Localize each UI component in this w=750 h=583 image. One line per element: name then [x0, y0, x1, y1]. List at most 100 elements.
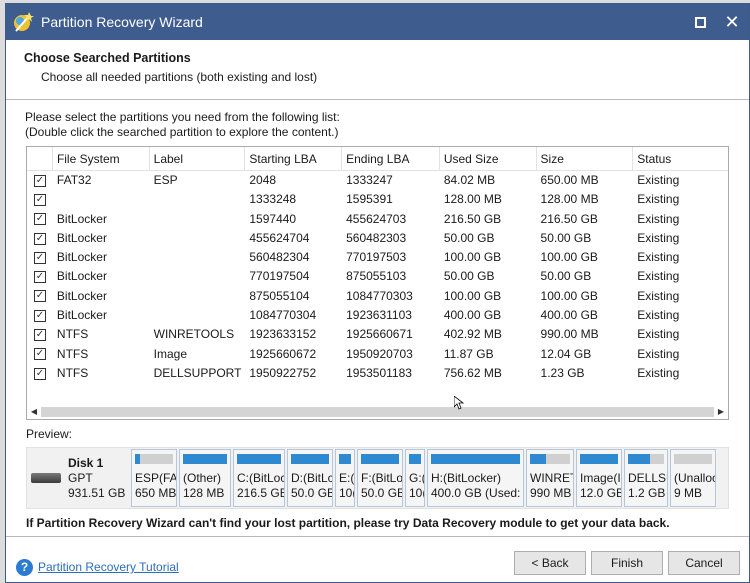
cell-label: DELLSUPPORT — [153, 365, 242, 380]
table-row[interactable]: ✓ 1333248 1595391 128.00 MB 128.00 MB Existin… — [27, 190, 728, 209]
table-row[interactable]: ✓ BitLocker 875055104 1084770303 100.00 GB 10… — [27, 287, 728, 306]
header-checkbox-column — [27, 147, 53, 171]
partition-block[interactable]: G:(10( — [405, 449, 425, 507]
cell-size: 216.50 GB — [540, 211, 598, 226]
cell-ending-lba: 770197503 — [346, 250, 407, 265]
cell-status: Existing — [637, 192, 680, 207]
cell-starting-lba: 1925660672 — [249, 346, 317, 361]
preview-label: Preview: — [26, 427, 73, 441]
cell-size: 100.00 GB — [540, 250, 598, 265]
table-row[interactable]: ✓ BitLocker 1597440 455624703 216.50 GB 216.5… — [27, 210, 728, 229]
disk-info[interactable]: Disk 1 GPT 931.51 GB — [27, 449, 131, 507]
partition-block[interactable]: Image(I 12.0 GB — [576, 449, 622, 507]
cell-used-size: 100.00 GB — [443, 288, 502, 303]
tutorial-link[interactable]: Partition Recovery Tutorial — [38, 560, 179, 574]
disk-name: Disk 1 — [68, 455, 104, 470]
column-header-label[interactable]: Label — [150, 147, 246, 171]
row-checkbox[interactable]: ✓ — [33, 329, 46, 342]
cell-used-size: 216.50 GB — [443, 211, 502, 226]
cancel-button[interactable]: Cancel — [668, 551, 740, 575]
close-icon: ✕ — [724, 11, 740, 32]
row-checkbox[interactable]: ✓ — [33, 309, 46, 322]
cell-size: 400.00 GB — [540, 308, 598, 323]
row-checkbox[interactable]: ✓ — [33, 290, 46, 303]
cell-status: Existing — [637, 250, 680, 265]
row-checkbox[interactable]: ✓ — [33, 213, 46, 226]
partition-block[interactable]: (Unalloc 9 MB — [670, 449, 716, 507]
mouse-cursor-icon — [454, 396, 464, 410]
instruction-line-2: (Double click the searched partition to … — [25, 125, 339, 139]
partition-name: ESP(FAT — [135, 471, 177, 485]
partition-name: DELLSU — [628, 471, 667, 485]
partition-block[interactable]: WINRET 990 MB — [526, 449, 574, 507]
cell-size: 128.00 MB — [540, 192, 599, 207]
partition-block[interactable]: ESP(FAT650 MB — [131, 449, 177, 507]
column-header-status[interactable]: Status — [633, 147, 728, 171]
table-row[interactable]: ✓ NTFS WINRETOOLS 1923633152 1925660671 402.9… — [27, 325, 728, 344]
table-row[interactable]: ✓ NTFS DELLSUPPORT 1950922752 1953501183 756.… — [27, 364, 728, 383]
column-header-size[interactable]: Size — [537, 147, 634, 171]
scroll-left-arrow-icon[interactable]: ◀ — [27, 405, 41, 419]
scroll-right-arrow-icon[interactable]: ▶ — [714, 405, 728, 419]
cell-status: Existing — [637, 211, 680, 226]
partition-name: (Other) — [183, 471, 222, 485]
table-row[interactable]: ✓ NTFS Image 1925660672 1950920703 11.87 GB 12… — [27, 345, 728, 364]
partition-block[interactable]: (Other) 128 MB — [179, 449, 231, 507]
cell-ending-lba: 1333247 — [346, 173, 393, 187]
partition-block[interactable]: D:(BitLc 50.0 GB — [287, 449, 333, 507]
column-header-starting-lba[interactable]: Starting LBA — [245, 147, 343, 171]
close-button[interactable]: ✕ — [715, 4, 749, 40]
column-header-ending-lba[interactable]: Ending LBA — [342, 147, 440, 171]
row-checkbox[interactable]: ✓ — [33, 367, 46, 380]
partition-size: 50.0 GB — [291, 486, 333, 500]
usage-bar — [291, 454, 329, 464]
partition-table: File System Label Starting LBA Ending LB… — [26, 146, 729, 420]
finish-button[interactable]: Finish — [591, 551, 663, 575]
horizontal-scrollbar[interactable]: ◀ ▶ — [27, 405, 728, 419]
partition-map: ESP(FAT650 MB(Other)128 MBC:(BitLoc216.5… — [131, 449, 718, 507]
usage-bar-fill — [580, 454, 618, 464]
table-row[interactable]: ✓ BitLocker 455624704 560482303 50.00 GB 50.0… — [27, 229, 728, 248]
table-row[interactable]: ✓ BitLocker 770197504 875055103 50.00 GB 50.0… — [27, 267, 728, 286]
partition-block[interactable]: F:(BitLo(50.0 GB — [357, 449, 403, 507]
table-row[interactable]: ✓ BitLocker 1084770304 1923631103 400.00 GB 4… — [27, 306, 728, 325]
column-header-used-size[interactable]: Used Size — [440, 147, 537, 171]
row-checkbox-cell: ✓ — [27, 248, 53, 267]
partition-block[interactable]: E:(I10( — [335, 449, 355, 507]
usage-bar — [361, 454, 399, 464]
cell-size: 650.00 MB — [540, 173, 599, 187]
scrollbar-thumb[interactable] — [41, 407, 714, 417]
maximize-button[interactable] — [683, 4, 717, 40]
partition-block[interactable]: DELLSU1.2 GB ( — [624, 449, 668, 507]
cell-label — [150, 210, 246, 229]
partition-size: 128 MB — [183, 486, 225, 500]
cell-label — [150, 287, 246, 306]
wizard-header: Choose Searched Partitions Choose all ne… — [6, 40, 749, 100]
usage-bar-fill — [291, 454, 329, 464]
cell-label — [150, 248, 246, 267]
row-checkbox-cell: ✓ — [27, 229, 53, 248]
cell-size: 1.23 GB — [540, 365, 585, 380]
partition-size: 50.0 GB — [361, 486, 403, 500]
partition-size: 650 MB — [135, 486, 177, 500]
usage-bar-fill — [628, 454, 650, 464]
partition-block[interactable]: C:(BitLoc 216.5 GB — [233, 449, 285, 507]
table-row[interactable]: ✓ BitLocker 560482304 770197503 100.00 GB 100… — [27, 248, 728, 267]
help-question-icon[interactable]: ? — [16, 559, 33, 576]
row-checkbox[interactable]: ✓ — [33, 193, 46, 206]
row-checkbox[interactable]: ✓ — [33, 251, 46, 264]
row-checkbox[interactable]: ✓ — [33, 232, 46, 245]
header-subtitle: Choose all needed partitions (both exist… — [41, 70, 318, 84]
table-row[interactable]: ✓ FAT32 ESP 2048 1333247 84.02 MB 650.00 MB Exi… — [27, 171, 728, 190]
cell-used-size: 100.00 GB — [443, 250, 502, 265]
row-checkbox[interactable]: ✓ — [33, 271, 46, 284]
row-checkbox[interactable]: ✓ — [33, 174, 46, 187]
back-button[interactable]: < Back — [514, 551, 586, 575]
column-header-file-system[interactable]: File System — [53, 147, 150, 171]
partition-block[interactable]: H:(BitLocker) 400.0 GB (Used: 1 — [427, 449, 524, 507]
usage-bar-fill — [431, 454, 520, 464]
disk-preview: Disk 1 GPT 931.51 GB ESP(FAT650 MB(Other… — [26, 447, 729, 509]
cell-status: Existing — [637, 365, 680, 380]
partition-name: Image(I — [580, 471, 621, 485]
row-checkbox[interactable]: ✓ — [33, 348, 46, 361]
